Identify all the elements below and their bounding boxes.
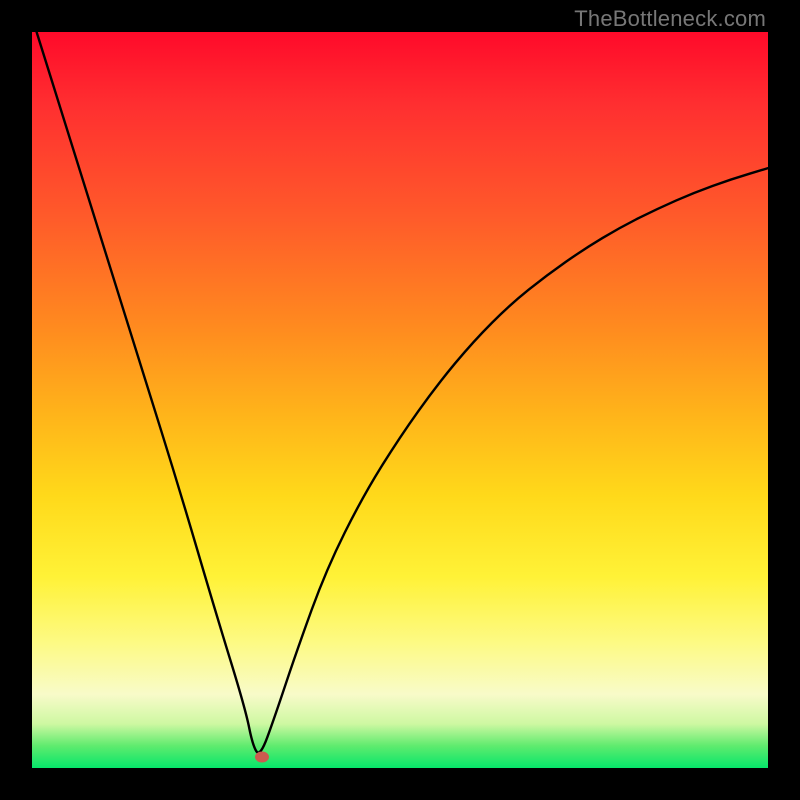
watermark-text: TheBottleneck.com (574, 6, 766, 32)
bottleneck-curve (32, 32, 768, 768)
minimum-marker (255, 751, 269, 762)
chart-frame: TheBottleneck.com (0, 0, 800, 800)
curve-path (32, 32, 768, 753)
plot-area (32, 32, 768, 768)
